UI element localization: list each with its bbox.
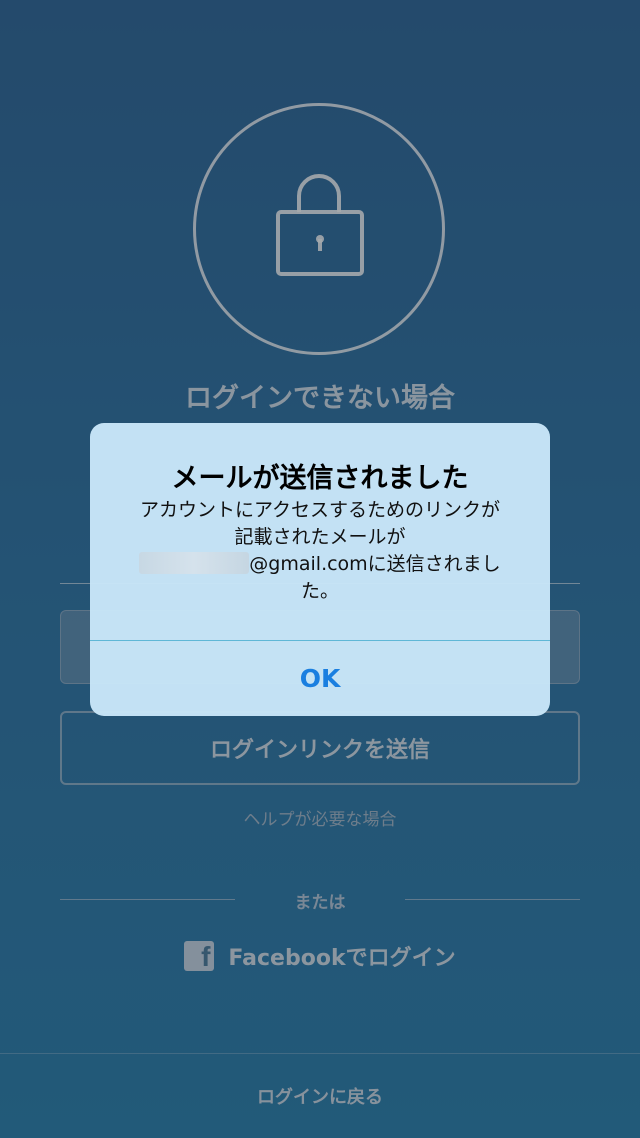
ok-button[interactable]: OK bbox=[90, 641, 550, 716]
alert-email-suffix: @gmail.comに送信されまし bbox=[249, 553, 501, 575]
alert-message-line3: @gmail.comに送信されまし bbox=[110, 551, 530, 578]
email-sent-alert: メールが送信されました アカウントにアクセスするためのリンクが 記載されたメール… bbox=[90, 423, 550, 716]
alert-title: メールが送信されました bbox=[171, 463, 469, 494]
alert-message: アカウントにアクセスするためのリンクが 記載されたメールが @gmail.com… bbox=[110, 497, 530, 605]
redacted-email bbox=[139, 552, 250, 574]
alert-message-line4: た。 bbox=[300, 580, 339, 602]
alert-message-line1: アカウントにアクセスするためのリンクが bbox=[139, 499, 501, 521]
alert-message-line2: 記載されたメールが bbox=[234, 526, 406, 548]
